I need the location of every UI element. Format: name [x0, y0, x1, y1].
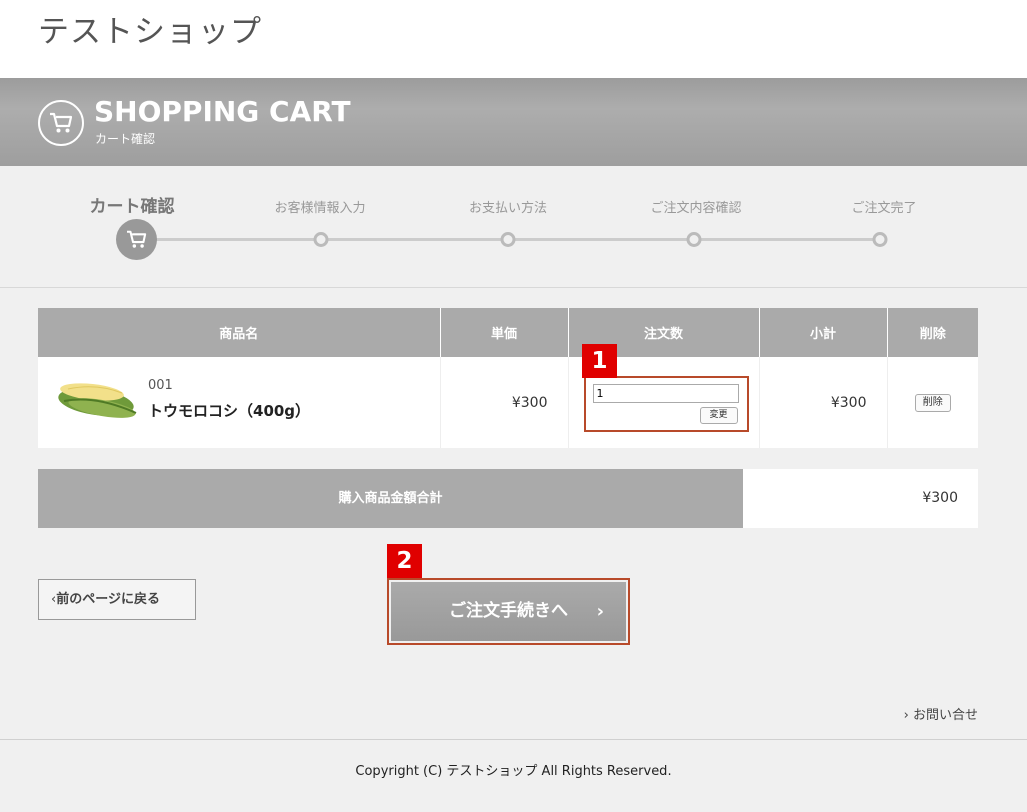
- corn-product-image[interactable]: [56, 377, 140, 421]
- checkout-highlight-box: ご注文手続きへ ›: [387, 578, 630, 645]
- back-button[interactable]: ‹前のページに戻る: [38, 579, 196, 620]
- step-cart-label: カート確認: [89, 197, 175, 217]
- chevron-right-icon: ›: [596, 601, 604, 622]
- product-name[interactable]: トウモロコシ（400g）: [148, 400, 310, 421]
- back-button-label: 前のページに戻る: [56, 592, 160, 607]
- step-complete-dot: [872, 232, 888, 247]
- subtotal: ¥300: [759, 357, 888, 448]
- unit-price: ¥300: [440, 357, 569, 448]
- table-header-row: 商品名 単価 注文数 小計 削除: [38, 308, 978, 357]
- copyright-text: Copyright (C) テストショップ All Rights Reserve…: [355, 764, 672, 779]
- checkout-button-label: ご注文手続きへ: [449, 601, 568, 621]
- step-cart-dot: [116, 219, 157, 260]
- product-cell: 001 トウモロコシ（400g）: [38, 357, 441, 448]
- quantity-input[interactable]: [592, 384, 739, 403]
- table-row: 001 トウモロコシ（400g） ¥300 変更 ¥300 削除: [38, 357, 978, 448]
- step-payment-label: お支払い方法: [468, 201, 548, 216]
- step-payment-dot: [500, 232, 516, 247]
- quantity-highlight-box: 変更: [583, 376, 749, 432]
- banner-subtitle: カート確認: [95, 132, 156, 146]
- step-customer-label: お客様情報入力: [274, 201, 366, 216]
- step-complete-label: ご注文完了: [851, 201, 917, 216]
- contact-link[interactable]: › お問い合せ: [904, 704, 978, 723]
- annotation-badge-2: 2: [387, 544, 422, 578]
- contact-link-label: お問い合せ: [912, 708, 978, 723]
- header-unit-price: 単価: [440, 308, 569, 357]
- total-row: 購入商品金額合計 ¥300: [38, 469, 978, 528]
- site-title[interactable]: テストショップ: [38, 6, 262, 51]
- header-product-name: 商品名: [38, 308, 441, 357]
- progress-steps: カート確認 お客様情報入力 お支払い方法 ご注文内容確認 ご注文完了: [0, 166, 1027, 287]
- change-quantity-button[interactable]: 変更: [699, 407, 738, 424]
- checkout-button[interactable]: ご注文手続きへ ›: [391, 582, 626, 641]
- header-subtotal: 小計: [759, 308, 888, 357]
- total-label: 購入商品金額合計: [38, 469, 743, 528]
- total-value: ¥300: [743, 469, 978, 528]
- cart-banner: SHOPPING CART カート確認: [0, 78, 1027, 166]
- cart-table: 商品名 単価 注文数 小計 削除 001 トウモロコシ（400g） ¥300 1…: [38, 308, 978, 448]
- section-divider: [0, 287, 1027, 288]
- product-code: 001: [148, 378, 173, 393]
- delete-cell: 削除: [887, 357, 978, 448]
- step-customer-dot: [313, 232, 329, 247]
- footer-divider: [0, 739, 1027, 740]
- delete-button[interactable]: 削除: [914, 394, 951, 412]
- step-confirm-label: ご注文内容確認: [650, 201, 742, 216]
- site-header: テストショップ: [0, 0, 1027, 78]
- annotation-badge-1: 1: [582, 344, 617, 378]
- cart-icon: [38, 100, 84, 146]
- header-delete: 削除: [887, 308, 978, 357]
- chevron-right-icon: ›: [903, 708, 909, 723]
- banner-title: SHOPPING CART: [94, 95, 351, 128]
- step-confirm-dot: [686, 232, 702, 247]
